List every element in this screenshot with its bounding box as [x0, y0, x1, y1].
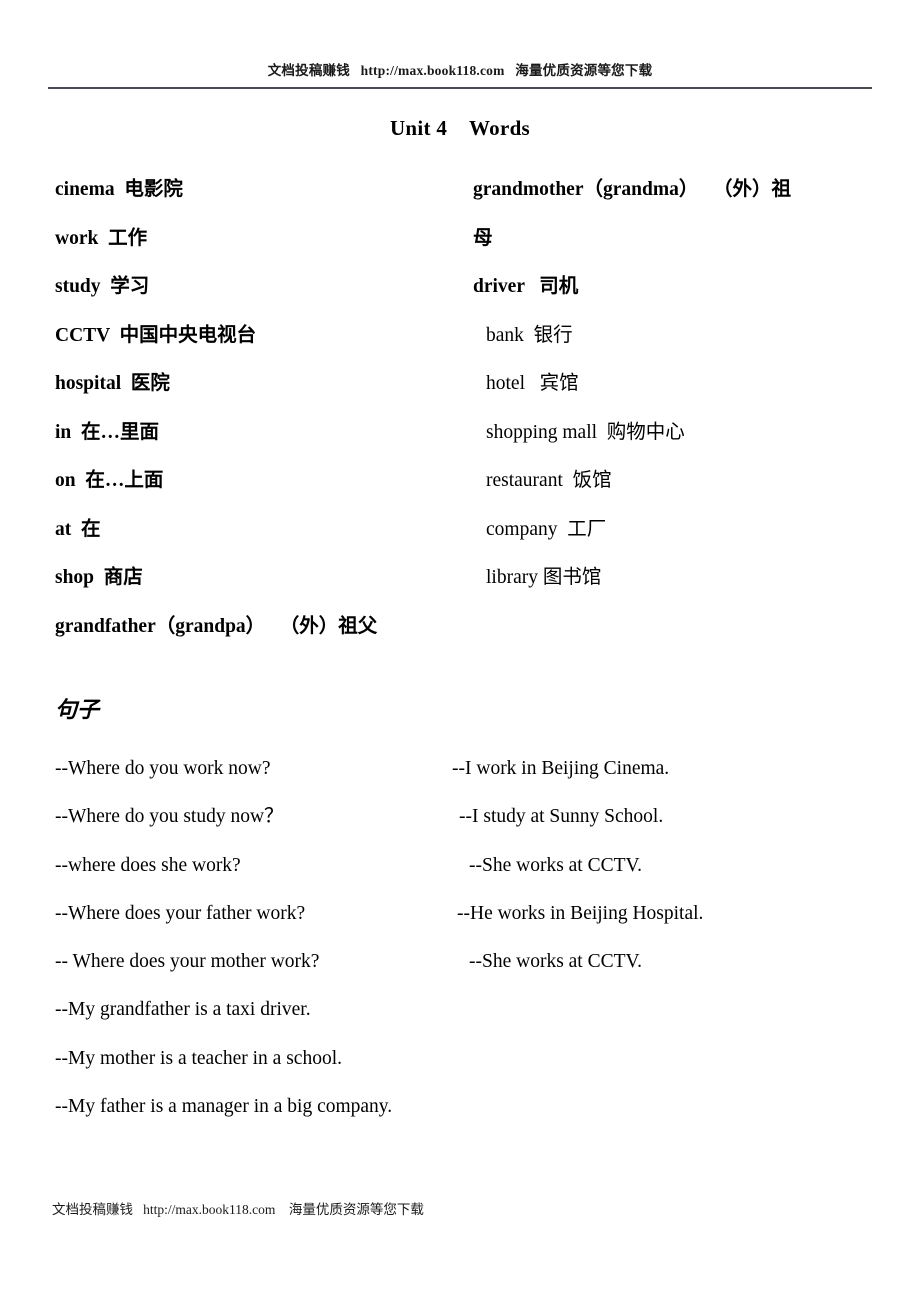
sentence-row: --Where do you work now? --I work in Beij…	[0, 745, 920, 793]
document-page: 文档投稿赚钱 http://max.book118.com 海量优质资源等您下载…	[0, 0, 920, 1302]
header-divider-rule	[48, 87, 872, 89]
word-entry: 母	[473, 227, 493, 249]
word-entry: shopping mall 购物中心	[486, 421, 685, 443]
word-entry: grandmother（grandma） （外）祖	[473, 179, 791, 200]
words-left-column: cinema 电影院 work 工作 study 学习 CCTV 中国中央电视台 hos…	[55, 166, 465, 651]
word-entry: bank 银行	[486, 324, 573, 346]
sentence-row: --Where does your father work? --He works…	[0, 890, 920, 938]
word-entry: at 在	[55, 518, 101, 540]
word-entry: restaurant 饭馆	[486, 470, 612, 491]
sentences-heading: 句子	[55, 697, 100, 722]
footer-watermark-text: 文档投稿赚钱 http://max.book118.com 海量优质资源等您下载	[52, 1202, 424, 1217]
sentence-question: --Where does your father work?	[55, 902, 306, 924]
sentence-answer: --She works at CCTV.	[469, 854, 642, 876]
word-entry: in 在…里面	[55, 421, 160, 443]
sentence-row: --My grandfather is a taxi driver.	[0, 986, 920, 1034]
sentence-row: --where does she work? --She works at CCT…	[0, 842, 920, 890]
word-entry: hospital 医院	[55, 373, 170, 394]
word-entry: company 工厂	[486, 518, 607, 540]
sentence-row: --My father is a manager in a big compan…	[0, 1083, 920, 1131]
words-right-column: grandmother（grandma） （外）祖母 driver 司机 bank …	[473, 166, 893, 603]
page-header: 文档投稿赚钱 http://max.book118.com 海量优质资源等您下载	[48, 62, 872, 80]
sentence-row: --Where do you study now？ --I study at Su…	[0, 793, 920, 841]
sentence-answer: --I work in Beijing Cinema.	[452, 758, 670, 779]
sentence-question: --My mother is a teacher in a school.	[55, 1047, 342, 1069]
sentence-question: -- Where does your mother work?	[55, 951, 320, 973]
sentence-question: --where does she work?	[55, 854, 241, 876]
word-entry: driver 司机	[473, 276, 579, 297]
words-section: cinema 电影院 work 工作 study 学习 CCTV 中国中央电视台 hos…	[0, 166, 920, 646]
page-title: Unit 4 Words	[389, 116, 531, 140]
word-entry: work 工作	[55, 227, 148, 249]
sentence-answer: --He works in Beijing Hospital.	[457, 902, 704, 924]
sentence-answer: --She works at CCTV.	[469, 951, 642, 973]
sentence-question: --Where do you work now?	[55, 758, 271, 779]
word-entry: cinema 电影院	[55, 179, 183, 200]
word-entry: library 图书馆	[486, 567, 602, 588]
sentence-question: --Where do you study now？	[55, 806, 284, 828]
word-entry: grandfather（grandpa） （外）祖父	[55, 615, 378, 637]
sentence-row: --My mother is a teacher in a school.	[0, 1035, 920, 1083]
header-watermark-text: 文档投稿赚钱 http://max.book118.com 海量优质资源等您下载	[267, 63, 653, 78]
word-entry: CCTV 中国中央电视台	[55, 324, 257, 346]
sentences-list: --Where do you work now? --I work in Beij…	[0, 745, 920, 1131]
word-entry: shop 商店	[55, 567, 143, 588]
word-entry: on 在…上面	[55, 470, 164, 491]
sentence-row: -- Where does your mother work? --She wor…	[0, 938, 920, 986]
sentence-question: --My father is a manager in a big compan…	[55, 1096, 393, 1118]
sentence-answer: --I study at Sunny School.	[459, 806, 664, 828]
sentence-question: --My grandfather is a taxi driver.	[55, 999, 311, 1021]
word-entry: hotel 宾馆	[486, 373, 579, 394]
word-entry: study 学习	[55, 276, 150, 297]
